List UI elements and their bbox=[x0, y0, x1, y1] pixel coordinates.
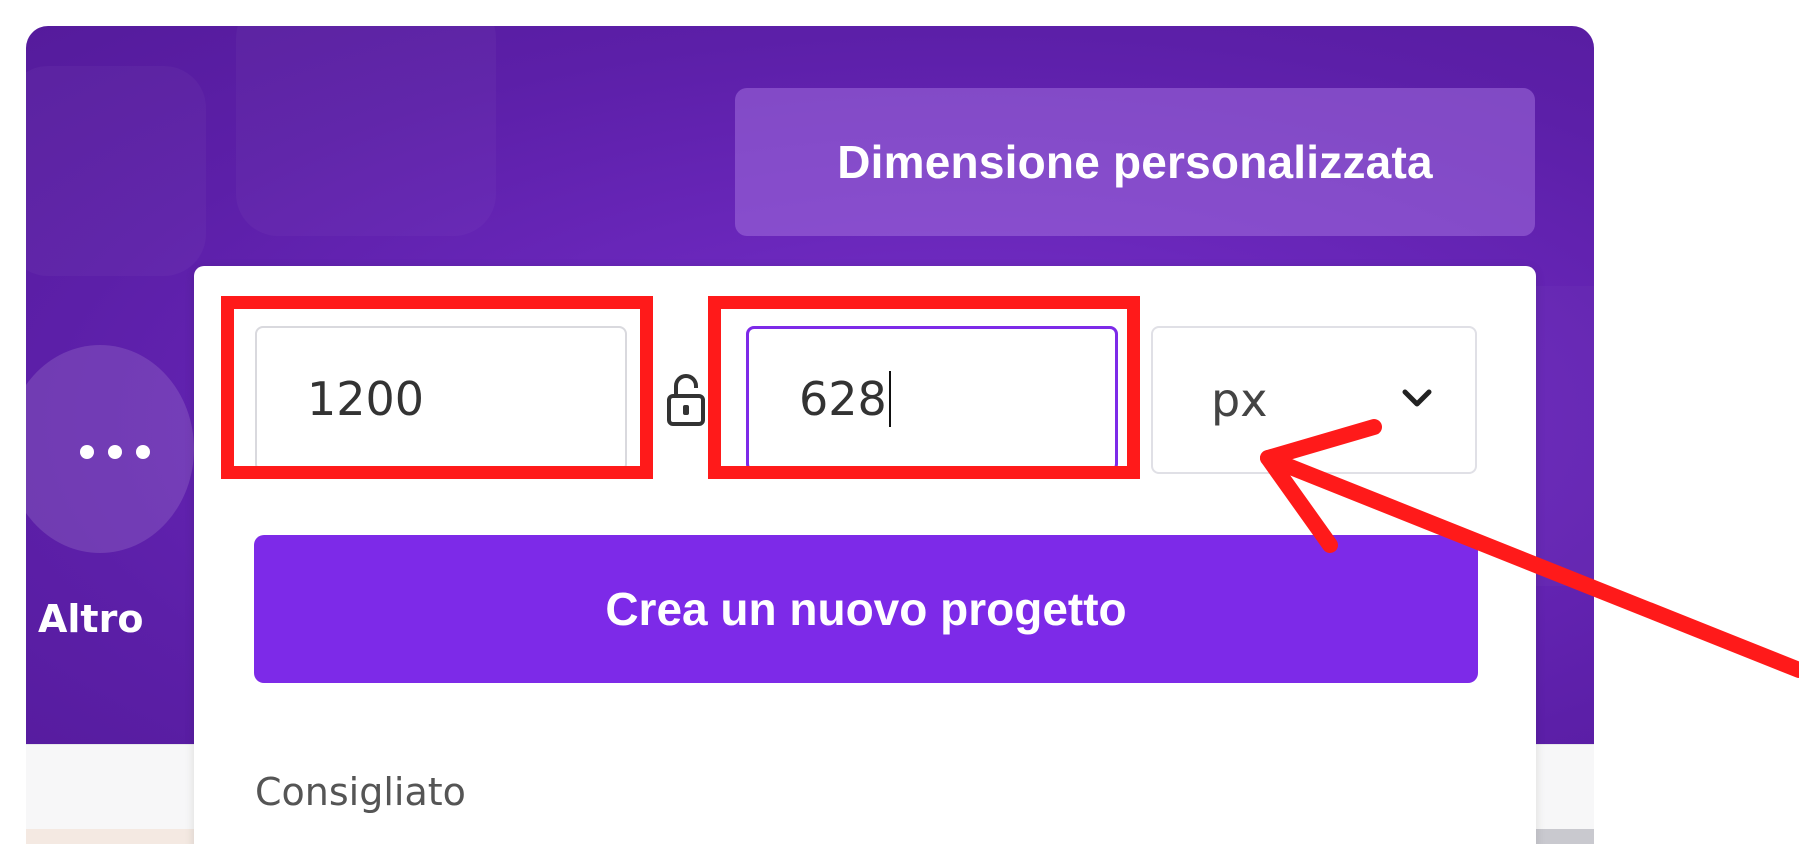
recommended-section-label: Consigliato bbox=[255, 770, 466, 814]
more-dots-icon bbox=[80, 445, 150, 459]
create-new-project-button[interactable]: Crea un nuovo progetto bbox=[254, 535, 1478, 683]
canva-custom-size-screen: Dimensione personalizzata Altro 1200 628… bbox=[0, 0, 1799, 844]
unit-selected-value: px bbox=[1211, 373, 1268, 427]
chevron-down-icon bbox=[1402, 389, 1432, 407]
unlocked-padlock-icon[interactable] bbox=[666, 372, 706, 428]
more-button[interactable] bbox=[6, 345, 194, 553]
more-label: Altro bbox=[38, 597, 144, 641]
scrollbar-peek bbox=[1534, 829, 1594, 844]
hero-decoration bbox=[26, 66, 206, 276]
annotation-highlight-width bbox=[221, 296, 653, 479]
annotation-highlight-height bbox=[708, 296, 1140, 479]
unit-select[interactable]: px bbox=[1151, 326, 1477, 474]
custom-size-button[interactable]: Dimensione personalizzata bbox=[735, 88, 1535, 236]
hero-decoration bbox=[236, 26, 496, 236]
